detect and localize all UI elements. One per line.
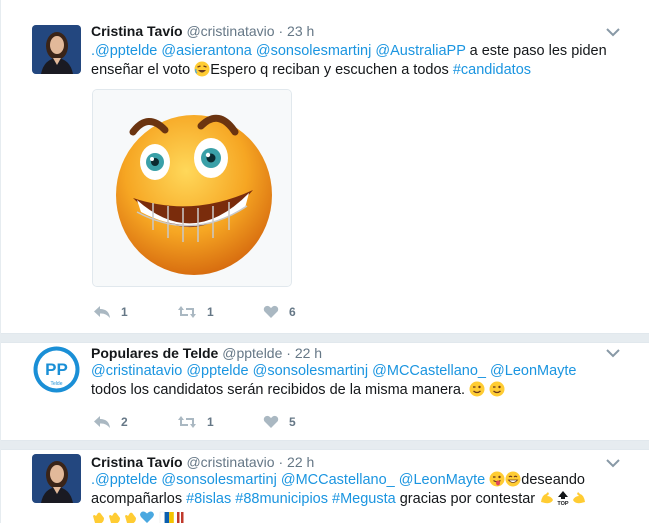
winking-face-emoji-icon	[469, 381, 485, 397]
mention-link[interactable]: @sonsolesmartinj	[161, 472, 276, 488]
author-name[interactable]: Cristina Tavío	[91, 454, 183, 470]
retweet-icon	[178, 416, 196, 428]
reply-icon	[94, 306, 110, 318]
author-handle[interactable]: @pptelde	[222, 345, 282, 361]
tweet-separator	[1, 440, 649, 450]
chevron-down-icon[interactable]	[606, 458, 620, 468]
timestamp[interactable]: 22 h	[287, 454, 314, 470]
author-handle[interactable]: @cristinatavio	[186, 23, 274, 39]
hashtag-link[interactable]: #88municipios	[235, 491, 328, 507]
avatar[interactable]	[32, 25, 81, 74]
chevron-down-icon[interactable]	[606, 27, 620, 37]
tweet-text: @cristinatavio @pptelde @sonsolesmartinj…	[91, 363, 577, 398]
timestamp[interactable]: 22 h	[295, 345, 322, 361]
like-button[interactable]: 6	[263, 302, 296, 322]
flexed-biceps-emoji-icon	[573, 492, 586, 504]
tweet-header: Cristina Tavío @cristinatavio · 22 h	[91, 453, 314, 471]
hashtag-link[interactable]: #Megusta	[332, 491, 396, 507]
reply-count: 2	[121, 415, 128, 429]
like-button[interactable]: 5	[263, 412, 296, 432]
separator-dot: ·	[278, 23, 284, 39]
heart-icon	[263, 305, 279, 318]
like-count: 5	[289, 415, 296, 429]
heart-icon	[263, 415, 279, 428]
mention-link[interactable]: @sonsolesmartinj	[256, 43, 371, 59]
tweet[interactable]: PP Telde Populares de Telde @pptelde · 2…	[1, 343, 649, 440]
mention-link[interactable]: @cristinatavio	[91, 363, 182, 379]
tweet-text: .@pptelde @sonsolesmartinj @MCCastellano…	[91, 471, 611, 523]
mention-link[interactable]: @asierantona	[161, 43, 252, 59]
pp-logo-subtext: Telde	[51, 381, 63, 387]
mention-link[interactable]: @pptelde	[186, 363, 248, 379]
author-name[interactable]: Populares de Telde	[91, 345, 218, 361]
tweet-image[interactable]	[92, 89, 292, 287]
grinning-face-image	[93, 90, 291, 286]
separator-dot: ·	[278, 454, 284, 470]
retweet-button[interactable]: 1	[177, 412, 214, 432]
avatar[interactable]: PP Telde	[32, 345, 81, 394]
tweet-text: .@pptelde @asierantona @sonsolesmartinj …	[91, 43, 607, 78]
reply-button[interactable]: 2	[93, 412, 128, 432]
hashtag-link[interactable]: #8islas	[186, 491, 231, 507]
reply-icon	[94, 416, 110, 428]
grinning-emoji-icon	[505, 471, 521, 487]
retweet-button[interactable]: 1	[177, 302, 214, 322]
mention-link[interactable]: @LeonMayte	[490, 363, 576, 379]
blue-heart-emoji-icon	[140, 511, 154, 523]
rolling-laughing-emoji-icon	[194, 61, 210, 77]
top-arrow-emoji-icon: TOP	[558, 491, 570, 506]
author-name[interactable]: Cristina Tavío	[91, 23, 183, 39]
tweet-separator	[1, 333, 649, 343]
chevron-down-icon[interactable]	[606, 348, 620, 358]
flexed-biceps-emoji-icon	[541, 492, 554, 504]
flag-fragment-icon	[177, 512, 184, 523]
pp-logo-text: PP	[45, 360, 68, 379]
tongue-wink-emoji-icon	[489, 471, 505, 487]
mention-link[interactable]: @MCCastellano_	[372, 363, 486, 379]
tweet-header: Populares de Telde @pptelde · 22 h	[91, 344, 322, 362]
clapping-hands-emoji-icon	[125, 512, 136, 523]
retweet-icon	[178, 306, 196, 318]
tweet-header: Cristina Tavío @cristinatavio · 23 h	[91, 22, 314, 40]
svg-text:TOP: TOP	[558, 501, 570, 506]
hashtag-link[interactable]: #candidatos	[453, 62, 531, 78]
reply-count: 1	[121, 305, 128, 319]
canary-islands-flag-icon	[159, 511, 174, 523]
tweet[interactable]: Cristina Tavío @cristinatavio · 22 h .@p…	[1, 450, 649, 523]
mention-link[interactable]: @AustraliaPP	[375, 43, 465, 59]
winking-face-emoji-icon	[489, 381, 505, 397]
mention-link[interactable]: @MCCastellano_	[281, 472, 395, 488]
timestamp[interactable]: 23 h	[287, 23, 314, 39]
clapping-hands-emoji-icon	[93, 512, 104, 523]
tweet[interactable]: Cristina Tavío @cristinatavio · 23 h .@p…	[1, 0, 649, 333]
separator-dot: ·	[286, 345, 291, 361]
mention-link[interactable]: .@pptelde	[91, 472, 157, 488]
like-count: 6	[289, 305, 296, 319]
timeline: Cristina Tavío @cristinatavio · 23 h .@p…	[0, 0, 649, 523]
retweet-count: 1	[207, 415, 214, 429]
avatar[interactable]	[32, 454, 81, 503]
reply-button[interactable]: 1	[93, 302, 128, 322]
clapping-hands-emoji-icon	[109, 512, 120, 523]
retweet-count: 1	[207, 305, 214, 319]
mention-link[interactable]: .@pptelde	[91, 43, 157, 59]
mention-link[interactable]: @LeonMayte	[399, 472, 485, 488]
author-handle[interactable]: @cristinatavio	[186, 454, 274, 470]
mention-link[interactable]: @sonsolesmartinj	[253, 363, 368, 379]
